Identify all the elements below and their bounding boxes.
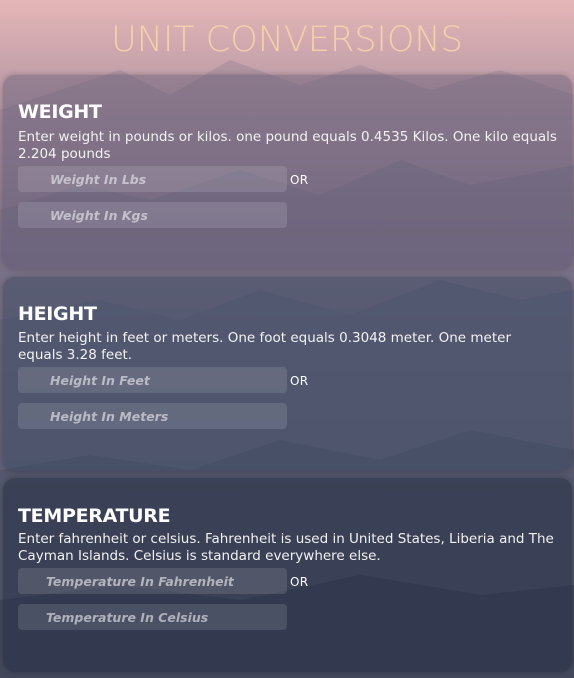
weight-kgs-field	[18, 202, 287, 228]
weight-kgs-input[interactable]	[18, 202, 287, 228]
temperature-or-label: OR	[290, 575, 309, 589]
height-feet-field	[18, 367, 287, 393]
weight-lbs-input[interactable]	[18, 166, 287, 192]
weight-card: WEIGHT Enter weight in pounds or kilos. …	[3, 75, 572, 269]
height-card: HEIGHT Enter height in feet or meters. O…	[3, 277, 572, 471]
weight-lbs-field	[18, 166, 287, 192]
height-heading: HEIGHT	[18, 303, 97, 325]
weight-or-label: OR	[290, 173, 309, 187]
temperature-celsius-input[interactable]	[18, 604, 287, 630]
temperature-heading: TEMPERATURE	[18, 505, 171, 527]
height-description: Enter height in feet or meters. One foot…	[18, 330, 511, 363]
height-meters-field	[18, 403, 287, 429]
temperature-fahrenheit-field	[18, 568, 287, 594]
temperature-fahrenheit-input[interactable]	[18, 568, 287, 594]
page-title: UNIT CONVERSIONS	[111, 20, 463, 60]
temperature-description: Enter fahrenheit or celsius. Fahrenheit …	[18, 531, 554, 564]
height-or-label: OR	[290, 374, 309, 388]
weight-description: Enter weight in pounds or kilos. one pou…	[18, 129, 557, 162]
temperature-celsius-field	[18, 604, 287, 630]
height-feet-input[interactable]	[18, 367, 287, 393]
temperature-card: TEMPERATURE Enter fahrenheit or celsius.…	[3, 478, 572, 672]
weight-heading: WEIGHT	[18, 101, 102, 123]
height-meters-input[interactable]	[18, 403, 287, 429]
